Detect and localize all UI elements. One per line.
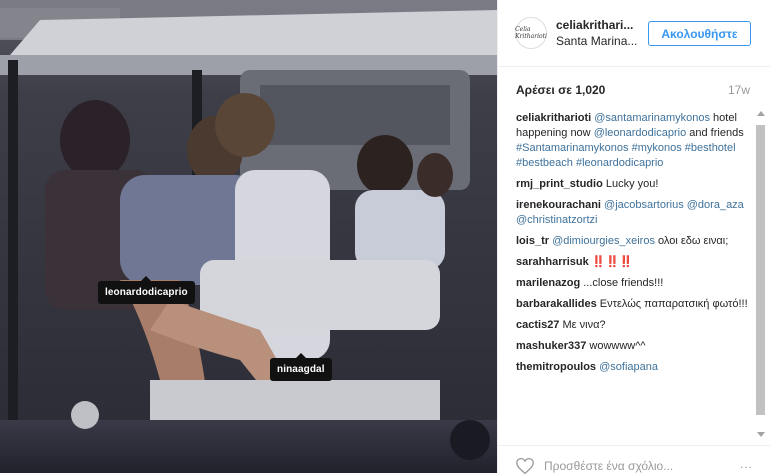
post-footer: Προσθέστε ένα σχόλιο... ... [498,445,770,475]
comment-item: lois_tr @dimiourgies_xeiros ολοι εδω ειν… [516,234,752,249]
comment-mention[interactable]: @christinatzortzi [516,214,597,226]
comment-item: cactis27 Με νινα? [516,318,752,333]
caption: celiakritharioti @santamarinamykonos hot… [516,111,752,171]
comment-mention[interactable]: @sofiapana [599,361,658,373]
scroll-down-arrow-icon[interactable] [757,432,765,437]
comment-username[interactable]: barbarakallides [516,298,597,310]
photo-tag-leonardodicaprio[interactable]: leonardodicaprio [98,276,195,304]
post-photo[interactable]: leonardodicaprio ninaagdal [0,0,497,473]
comment-username[interactable]: rmj_print_studio [516,178,603,190]
comment-item: themitropoulos @sofiapana [516,360,752,375]
comment-text: Lucky you! [605,178,659,190]
follow-button[interactable]: Ακολουθήστε [648,21,751,46]
more-options-button[interactable]: ... [740,457,753,471]
post-location[interactable]: Santa Marina... [556,34,637,48]
comment-text: wowwww^^ [589,340,646,352]
post-age[interactable]: 17w [728,83,750,97]
avatar[interactable]: Celia Kritharioti [515,17,547,49]
caption-hashtag[interactable]: #Santamarinamykonos [516,142,629,154]
comment-username[interactable]: mashuker337 [516,340,586,352]
comment-item: mashuker337 wowwww^^ [516,339,752,354]
post-username[interactable]: celiakrithari... [556,18,633,32]
comment-mention[interactable]: @jacobsartorius [604,199,684,211]
comment-username[interactable]: marilenazog [516,277,580,289]
scroll-up-arrow-icon[interactable] [757,111,765,116]
comment-item: barbarakallides Εντελώς παπαρατσική φωτό… [516,297,752,312]
comment-username[interactable]: themitropoulos [516,361,596,373]
comments-list: celiakritharioti @santamarinamykonos hot… [516,111,752,437]
comment-mention[interactable]: @dora_aza [687,199,744,211]
comment-text: ‼️‼️‼️ [591,256,633,268]
caption-hashtag[interactable]: #besthotel [685,142,736,154]
comment-text: Εντελώς παπαρατσική φωτό!!! [599,298,748,310]
comment-username[interactable]: lois_tr [516,235,549,247]
caption-hashtag[interactable]: #mykonos [632,142,682,154]
caption-mention[interactable]: @leonardodicaprio [594,127,687,139]
comment-item: irenekourachani @jacobsartorius @dora_az… [516,198,752,228]
photo-image [0,0,497,473]
comment-text: ...close friends!!! [583,277,664,289]
caption-mention[interactable]: @santamarinamykonos [594,112,710,124]
like-heart-icon[interactable] [515,457,535,475]
comment-username[interactable]: irenekourachani [516,199,601,211]
caption-hashtag[interactable]: #leonardodicaprio [576,157,663,169]
likes-count[interactable]: Αρέσει σε 1,020 [516,83,605,97]
comment-text: Με νινα? [562,319,606,331]
post-header: Celia Kritharioti celiakrithari... Santa… [498,0,770,67]
comment-item: rmj_print_studio Lucky you! [516,177,752,192]
post-side-panel: Celia Kritharioti celiakrithari... Santa… [497,0,770,475]
caption-text: and friends [689,127,744,139]
add-comment-input[interactable]: Προσθέστε ένα σχόλιο... [544,459,673,473]
comment-mention[interactable]: @dimiourgies_xeiros [552,235,655,247]
comment-text: ολοι εδω ειναι; [658,235,729,247]
scroll-thumb[interactable] [756,125,765,415]
comment-item: sarahharrisuk ‼️‼️‼️ [516,255,752,270]
caption-hashtag[interactable]: #bestbeach [516,157,573,169]
comment-item: marilenazog ...close friends!!! [516,276,752,291]
caption-username[interactable]: celiakritharioti [516,112,591,124]
photo-tag-ninaagdal[interactable]: ninaagdal [270,353,332,381]
comment-username[interactable]: sarahharrisuk [516,256,589,268]
comments-scrollbar[interactable] [755,111,767,437]
comment-username[interactable]: cactis27 [516,319,559,331]
